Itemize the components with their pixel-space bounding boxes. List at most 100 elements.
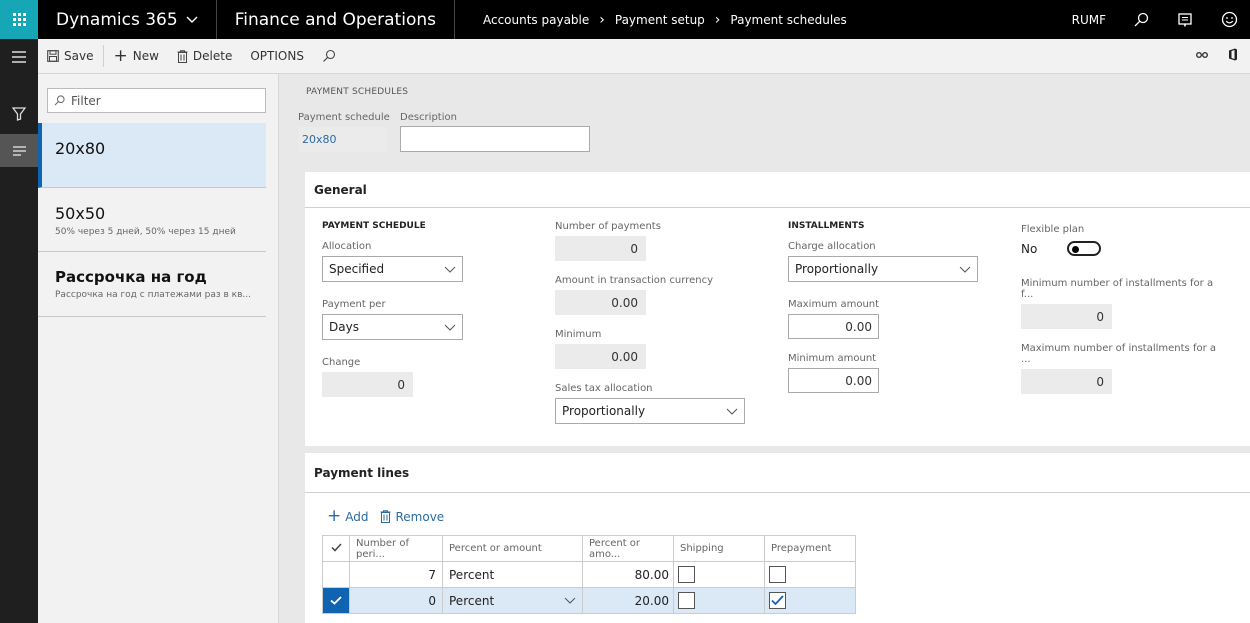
action-pane: Save + New Delete OPTIONS [38, 39, 1250, 74]
maximum-amount-label: Maximum amount [788, 299, 880, 310]
amounts-group: Number of payments 0 Amount in transacti… [555, 221, 745, 435]
number-of-payments-field[interactable]: 0 [555, 236, 646, 261]
table-row[interactable]: 0 Percent 20.00 [322, 587, 856, 614]
periods-cell[interactable]: 7 [349, 561, 443, 588]
row-select[interactable] [322, 587, 350, 614]
chevron-right-icon: › [599, 11, 605, 28]
company-selector[interactable]: RUMF [1072, 13, 1106, 27]
payment-lines-fasttab: Payment lines + Add Remove Number of per… [305, 453, 1250, 623]
chevron-down-icon [444, 266, 456, 273]
remove-label: Remove [395, 509, 445, 524]
minimum-field[interactable]: 0.00 [555, 344, 646, 369]
amount-currency-field[interactable]: 0.00 [555, 290, 646, 315]
type-cell[interactable]: Percent [442, 561, 583, 588]
general-header[interactable]: General [305, 172, 1250, 208]
list-icon [12, 145, 26, 156]
save-button[interactable]: Save [38, 45, 105, 67]
max-installments-label: Maximum number of installments for a ... [1021, 343, 1217, 365]
brand-menu[interactable]: Dynamics 365 [38, 0, 217, 39]
change-label: Change [322, 357, 361, 368]
breadcrumb-item[interactable]: Payment schedules [730, 13, 846, 27]
column-header[interactable]: Number of peri... [349, 535, 443, 562]
flexible-plan-toggle[interactable] [1067, 241, 1102, 256]
save-label: Save [64, 49, 94, 63]
filter-pane-button[interactable] [0, 97, 38, 130]
breadcrumb-item[interactable]: Accounts payable [483, 13, 589, 27]
shipping-checkbox[interactable] [678, 566, 695, 583]
table-row[interactable]: 7 Percent 80.00 [322, 561, 856, 588]
app-launcher-button[interactable] [0, 0, 38, 39]
remove-line-button[interactable]: Remove [380, 510, 444, 524]
row-select[interactable] [322, 561, 350, 588]
list-item[interactable]: 20x80 [38, 123, 266, 188]
options-tab[interactable]: OPTIONS [241, 39, 313, 74]
description-label: Description [400, 112, 457, 123]
payment-lines-grid: Number of peri... Percent or amount Perc… [322, 535, 856, 614]
plus-icon: + [113, 45, 128, 66]
chevron-right-icon: › [714, 11, 721, 28]
min-installments-field[interactable]: 0 [1021, 304, 1112, 329]
checkmark-icon [330, 595, 342, 605]
checkmark-icon [771, 595, 784, 606]
breadcrumb-item[interactable]: Payment setup [615, 13, 705, 27]
periods-cell[interactable]: 0 [349, 587, 443, 614]
list-item[interactable]: 50x50 50% через 5 дней, 50% через 15 дне… [38, 188, 266, 252]
list-item-title: 20x80 [55, 139, 106, 158]
select-all-checkbox[interactable] [322, 535, 350, 562]
filter-input[interactable]: Filter [47, 88, 266, 113]
charge-allocation-select[interactable]: Proportionally [788, 256, 978, 282]
column-header[interactable]: Percent or amo... [582, 535, 674, 562]
shipping-checkbox[interactable] [678, 592, 695, 609]
new-button[interactable]: + New [104, 39, 167, 74]
hamburger-menu-button[interactable] [0, 39, 38, 74]
list-item-subtitle: 50% через 5 дней, 50% через 15 дней [55, 227, 236, 237]
list-item-subtitle: Рассрочка на год с платежами раз в кв... [55, 290, 251, 300]
add-line-button[interactable]: + Add [327, 508, 368, 525]
minimum-amount-field[interactable]: 0.00 [788, 368, 879, 393]
charge-allocation-label: Charge allocation [788, 241, 876, 252]
office-icon[interactable] [1228, 48, 1238, 64]
chevron-down-icon [564, 597, 576, 604]
chevron-down-icon [726, 408, 738, 415]
payment-schedule-field[interactable]: 20x80 [298, 127, 387, 152]
action-search-button[interactable] [313, 39, 345, 74]
type-cell[interactable]: Percent [442, 587, 583, 614]
payment-per-select[interactable]: Days [322, 314, 463, 340]
list-view-button[interactable] [0, 134, 38, 167]
delete-button[interactable]: Delete [168, 39, 241, 74]
max-installments-field[interactable]: 0 [1021, 369, 1112, 394]
prepayment-checkbox[interactable] [769, 592, 786, 609]
hamburger-icon [12, 50, 26, 63]
value-cell[interactable]: 80.00 [582, 561, 674, 588]
change-field[interactable]: 0 [322, 372, 413, 397]
general-fasttab: General PAYMENT SCHEDULE Allocation Spec… [305, 172, 1250, 446]
message-icon[interactable] [1176, 11, 1194, 29]
search-icon [54, 95, 65, 106]
delete-label: Delete [192, 49, 233, 63]
column-header[interactable]: Percent or amount [442, 535, 583, 562]
add-label: Add [345, 509, 369, 524]
plus-icon: + [327, 506, 342, 526]
value-cell[interactable]: 20.00 [582, 587, 674, 614]
app-name: Finance and Operations [217, 0, 455, 39]
column-header[interactable]: Prepayment [764, 535, 856, 562]
payment-schedule-label: Payment schedule [298, 112, 390, 123]
personalize-icon[interactable] [1196, 48, 1208, 64]
search-icon[interactable] [1132, 11, 1150, 29]
sales-tax-allocation-label: Sales tax allocation [555, 383, 653, 394]
sales-tax-allocation-select[interactable]: Proportionally [555, 398, 745, 424]
payment-lines-header[interactable]: Payment lines [305, 453, 1250, 493]
amount-currency-label: Amount in transaction currency [555, 275, 714, 286]
list-item[interactable]: Рассрочка на год Рассрочка на год с плат… [38, 252, 266, 317]
allocation-select[interactable]: Specified [322, 256, 463, 282]
description-field[interactable] [400, 126, 590, 152]
column-header[interactable]: Shipping [673, 535, 765, 562]
prepayment-cell [764, 587, 856, 614]
save-icon [47, 50, 59, 62]
maximum-amount-field[interactable]: 0.00 [788, 314, 879, 339]
prepayment-checkbox[interactable] [769, 566, 786, 583]
list-item-title: 50x50 [55, 204, 106, 223]
brand-label: Dynamics 365 [56, 9, 178, 30]
waffle-icon [12, 13, 26, 26]
smiley-feedback-icon[interactable] [1220, 11, 1238, 29]
